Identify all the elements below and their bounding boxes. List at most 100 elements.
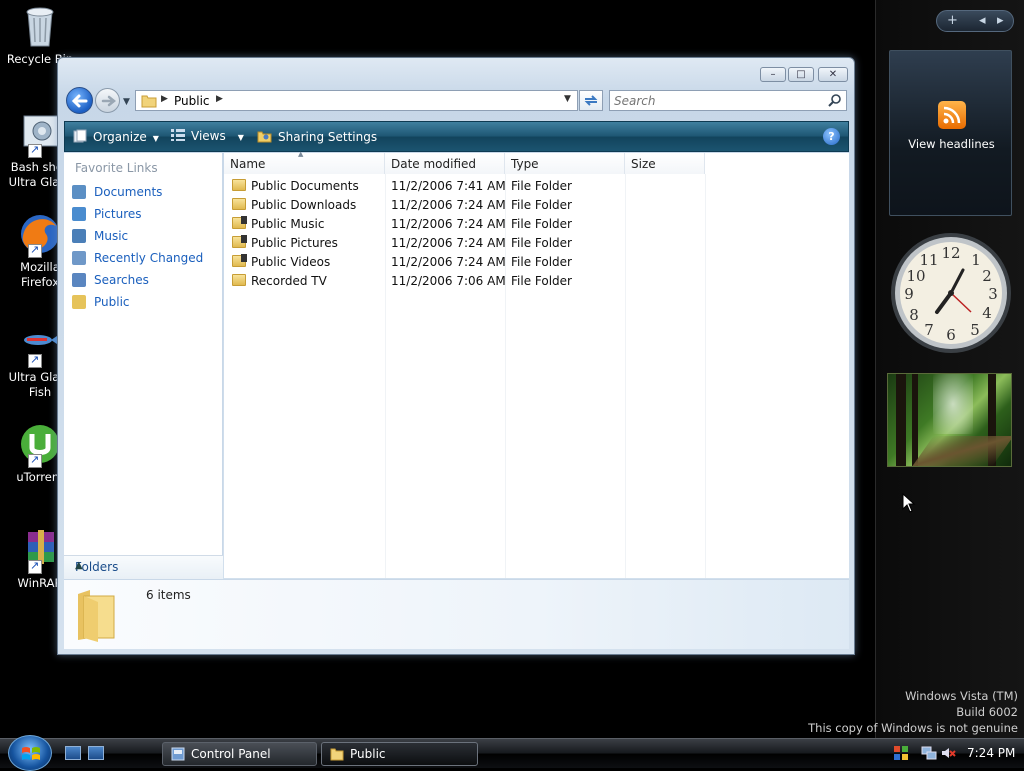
file-date: 11/2/2006 7:24 AM <box>391 198 506 212</box>
table-row[interactable]: Public Videos 11/2/2006 7:24 AM File Fol… <box>224 253 849 272</box>
add-gadget-button[interactable]: + <box>947 13 958 28</box>
views-icon <box>171 129 185 141</box>
next-gadgets-button[interactable]: ▸ <box>997 13 1004 28</box>
sharing-settings-button[interactable]: Sharing Settings <box>257 129 377 144</box>
search-input[interactable] <box>614 93 822 109</box>
view-headlines-label: View headlines <box>908 137 995 151</box>
column-header-name[interactable]: Name ▲ <box>224 150 385 174</box>
column-type-label: Type <box>511 157 539 171</box>
svg-text:12: 12 <box>941 244 960 262</box>
settings-shortcut-icon <box>18 112 62 158</box>
refresh-icon <box>584 95 598 106</box>
large-folder-icon <box>74 588 118 642</box>
taskbar-button-label: Public <box>350 747 386 761</box>
slideshow-gadget[interactable] <box>887 373 1012 467</box>
sharing-icon <box>257 131 272 143</box>
nav-link-documents[interactable]: Documents <box>72 185 162 203</box>
command-bar: Organize ▼ Views ▼ Sharing Settings ? <box>64 121 849 152</box>
file-type: File Folder <box>511 236 572 250</box>
column-header-date[interactable]: Date modified <box>385 153 505 174</box>
close-button[interactable]: ✕ <box>818 67 848 82</box>
network-flag-icon[interactable] <box>893 745 909 761</box>
watermark-line-2: Build 6002 <box>956 705 1018 719</box>
breadcrumb-separator-icon[interactable]: ▶ <box>161 94 168 104</box>
breadcrumb-public[interactable]: Public <box>174 94 210 108</box>
chevron-up-icon: ▲ <box>75 560 83 571</box>
arrow-left-icon <box>71 94 88 108</box>
file-name: Public Music <box>251 217 325 231</box>
videos-folder-icon <box>232 254 247 267</box>
table-row[interactable]: Public Documents 11/2/2006 7:41 AM File … <box>224 177 849 196</box>
svg-text:11: 11 <box>919 251 938 269</box>
shortcut-arrow-icon <box>28 352 42 368</box>
nav-link-label: Searches <box>94 273 149 287</box>
search-box[interactable] <box>609 90 847 111</box>
file-list: Name ▲ Date modified Type Size Public Doc… <box>224 150 849 578</box>
prev-gadgets-button[interactable]: ◂ <box>979 13 986 28</box>
documents-icon <box>72 185 86 199</box>
windows-watermark: Windows Vista (TM) Build 6002 This copy … <box>808 688 1018 736</box>
folder-icon <box>232 274 246 286</box>
views-button[interactable]: Views ▼ <box>171 129 244 143</box>
file-name: Recorded TV <box>251 274 327 288</box>
windows-logo-icon <box>22 747 40 760</box>
feed-headlines-gadget[interactable]: View headlines <box>889 50 1012 216</box>
column-header-size[interactable]: Size <box>625 153 705 174</box>
nav-link-music[interactable]: Music <box>72 229 128 247</box>
forward-button[interactable] <box>95 88 120 113</box>
start-button[interactable] <box>8 735 52 771</box>
organize-button[interactable]: Organize ▼ <box>73 129 159 144</box>
clock-gadget[interactable]: 12 1 2 345 678 9 10 11 <box>889 228 1013 358</box>
help-icon[interactable]: ? <box>823 128 840 145</box>
music-folder-icon <box>232 216 247 229</box>
file-name: Public Documents <box>251 179 359 193</box>
folders-toggle[interactable]: Folders ▲ <box>64 555 223 579</box>
table-row[interactable]: Public Music 11/2/2006 7:24 AM File Fold… <box>224 215 849 234</box>
address-dropdown-icon[interactable]: ▼ <box>564 94 571 104</box>
shortcut-arrow-icon <box>28 142 42 158</box>
minimize-button[interactable]: – <box>760 67 786 82</box>
table-row[interactable]: Public Pictures 11/2/2006 7:24 AM File F… <box>224 234 849 253</box>
volume-muted-icon[interactable] <box>940 745 956 761</box>
nav-link-searches[interactable]: Searches <box>72 273 149 291</box>
shortcut-arrow-icon <box>28 558 42 574</box>
switch-windows-icon[interactable] <box>88 746 104 760</box>
svg-text:8: 8 <box>909 306 919 324</box>
folder-icon <box>232 198 246 210</box>
folder-icon <box>330 748 344 761</box>
breadcrumb-separator-icon[interactable]: ▶ <box>216 94 223 104</box>
address-bar[interactable]: ▶ Public ▶ ▼ <box>135 90 578 111</box>
windows-sidebar: + ◂ ▸ View headlines 12 1 2 345 678 9 10 11 <box>875 0 1024 738</box>
column-name-label: Name <box>230 157 266 171</box>
nav-link-pictures[interactable]: Pictures <box>72 207 142 225</box>
taskbar-button-label: Control Panel <box>191 747 271 761</box>
table-row[interactable]: Public Downloads 11/2/2006 7:24 AM File … <box>224 196 849 215</box>
file-date: 11/2/2006 7:24 AM <box>391 217 506 231</box>
tray-clock[interactable]: 7:24 PM <box>967 746 1015 760</box>
pictures-folder-icon <box>232 235 247 248</box>
taskbar-button-public[interactable]: Public <box>321 742 478 766</box>
explorer-window: – □ ✕ ▼ ▶ Public ▶ ▼ Organize▼ <box>57 57 855 655</box>
recent-pages-dropdown[interactable]: ▼ <box>123 97 130 107</box>
table-row[interactable]: Recorded TV 11/2/2006 7:06 AM File Folde… <box>224 272 849 291</box>
show-desktop-icon[interactable] <box>65 746 81 760</box>
nav-link-recently-changed[interactable]: Recently Changed <box>72 251 203 269</box>
svg-text:4: 4 <box>982 304 992 322</box>
mouse-cursor-icon <box>902 492 916 516</box>
control-panel-icon <box>171 747 185 761</box>
searches-icon <box>72 273 86 287</box>
file-date: 11/2/2006 7:41 AM <box>391 179 506 193</box>
arrow-right-icon <box>101 95 117 107</box>
refresh-button[interactable] <box>579 90 603 111</box>
nav-link-public[interactable]: Public <box>72 295 130 313</box>
watermark-line-3: This copy of Windows is not genuine <box>808 721 1018 735</box>
column-header-type[interactable]: Type <box>505 153 625 174</box>
back-button[interactable] <box>66 87 93 114</box>
search-icon[interactable] <box>828 93 842 107</box>
taskbar-button-control-panel[interactable]: Control Panel <box>162 742 317 766</box>
recycle-bin-icon <box>18 4 62 48</box>
network-icon[interactable] <box>921 745 937 761</box>
sort-indicator-icon: ▲ <box>298 150 304 158</box>
svg-text:9: 9 <box>904 285 914 303</box>
maximize-button[interactable]: □ <box>788 67 814 82</box>
